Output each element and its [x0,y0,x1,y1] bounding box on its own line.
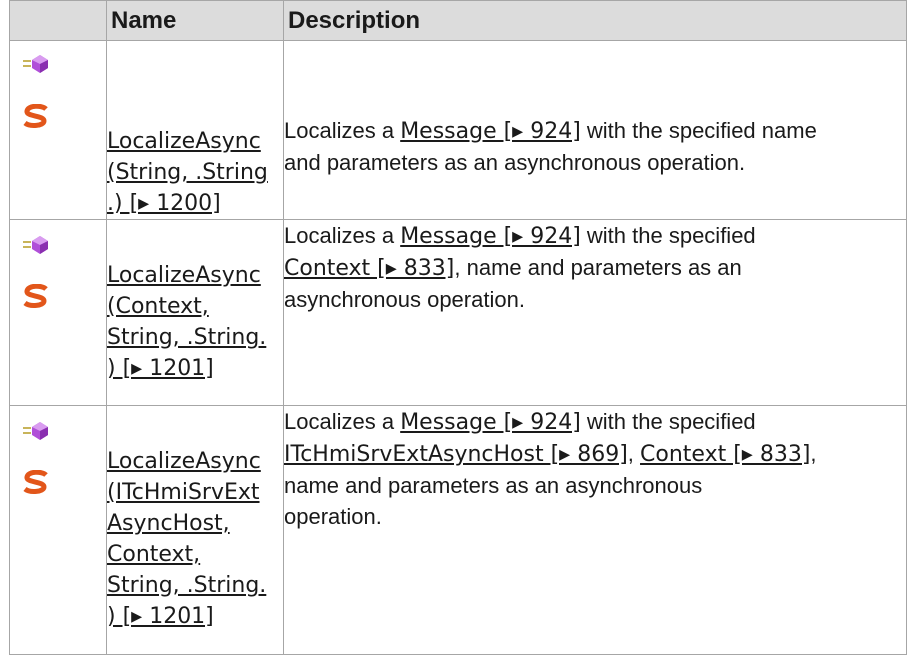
header-name: Name [106,0,284,41]
table-row: LocalizeAsync (Context, String, .String.… [9,219,907,406]
description-line: and parameters as an asynchronous operat… [284,150,746,175]
message-link[interactable]: Message [▸ 924] [400,119,581,144]
header-description: Description [283,0,907,41]
context-link[interactable]: Context [▸ 833] [284,256,454,281]
api-methods-table: Name Description LocalizeAsync (String, … [9,0,907,655]
context-link[interactable]: Context [▸ 833] [640,442,810,467]
method-icon [23,422,48,440]
icon-cell [9,40,107,220]
table-row: LocalizeAsync (String, .String .) [▸ 120… [9,40,907,220]
method-name-cell: LocalizeAsync (String, .String .) [▸ 120… [106,40,284,220]
table-header-row: Name Description [9,0,907,41]
static-icon [23,470,48,494]
async-host-link[interactable]: ITcHmiSrvExtAsyncHost [▸ 869] [284,442,628,467]
description-cell: Localizes a Message [▸ 924] with the spe… [283,40,907,220]
method-link[interactable]: LocalizeAsync (ITcHmiSrvExt AsyncHost, C… [107,446,283,632]
description-line: Localizes a Message [▸ 924] with the spe… [284,409,756,435]
table-row: LocalizeAsync (ITcHmiSrvExt AsyncHost, C… [9,405,907,655]
description-line: operation. [284,504,382,529]
static-icon [23,104,48,128]
method-link[interactable]: LocalizeAsync (String, .String .) [▸ 120… [107,126,283,219]
header-icon-column [9,0,107,41]
description-line: name and parameters as an asynchronous [284,473,703,498]
icon-cell [9,219,107,406]
method-name-cell: LocalizeAsync (ITcHmiSrvExt AsyncHost, C… [106,405,284,655]
description-line: ITcHmiSrvExtAsyncHost [▸ 869], Context [… [284,441,817,467]
icon-cell [9,405,107,655]
description-cell: Localizes a Message [▸ 924] with the spe… [283,219,907,406]
method-icon [23,55,48,73]
description-line: Localizes a Message [▸ 924] with the spe… [284,223,756,249]
static-icon [23,284,48,308]
method-icon [23,236,48,254]
message-link[interactable]: Message [▸ 924] [400,410,581,435]
message-link[interactable]: Message [▸ 924] [400,224,581,249]
description-line: Localizes a Message [▸ 924] with the spe… [284,118,817,144]
description-cell: Localizes a Message [▸ 924] with the spe… [283,405,907,655]
description-line: asynchronous operation. [284,287,525,312]
method-link[interactable]: LocalizeAsync (Context, String, .String.… [107,260,283,384]
description-line: Context [▸ 833], name and parameters as … [284,255,742,281]
method-name-cell: LocalizeAsync (Context, String, .String.… [106,219,284,406]
